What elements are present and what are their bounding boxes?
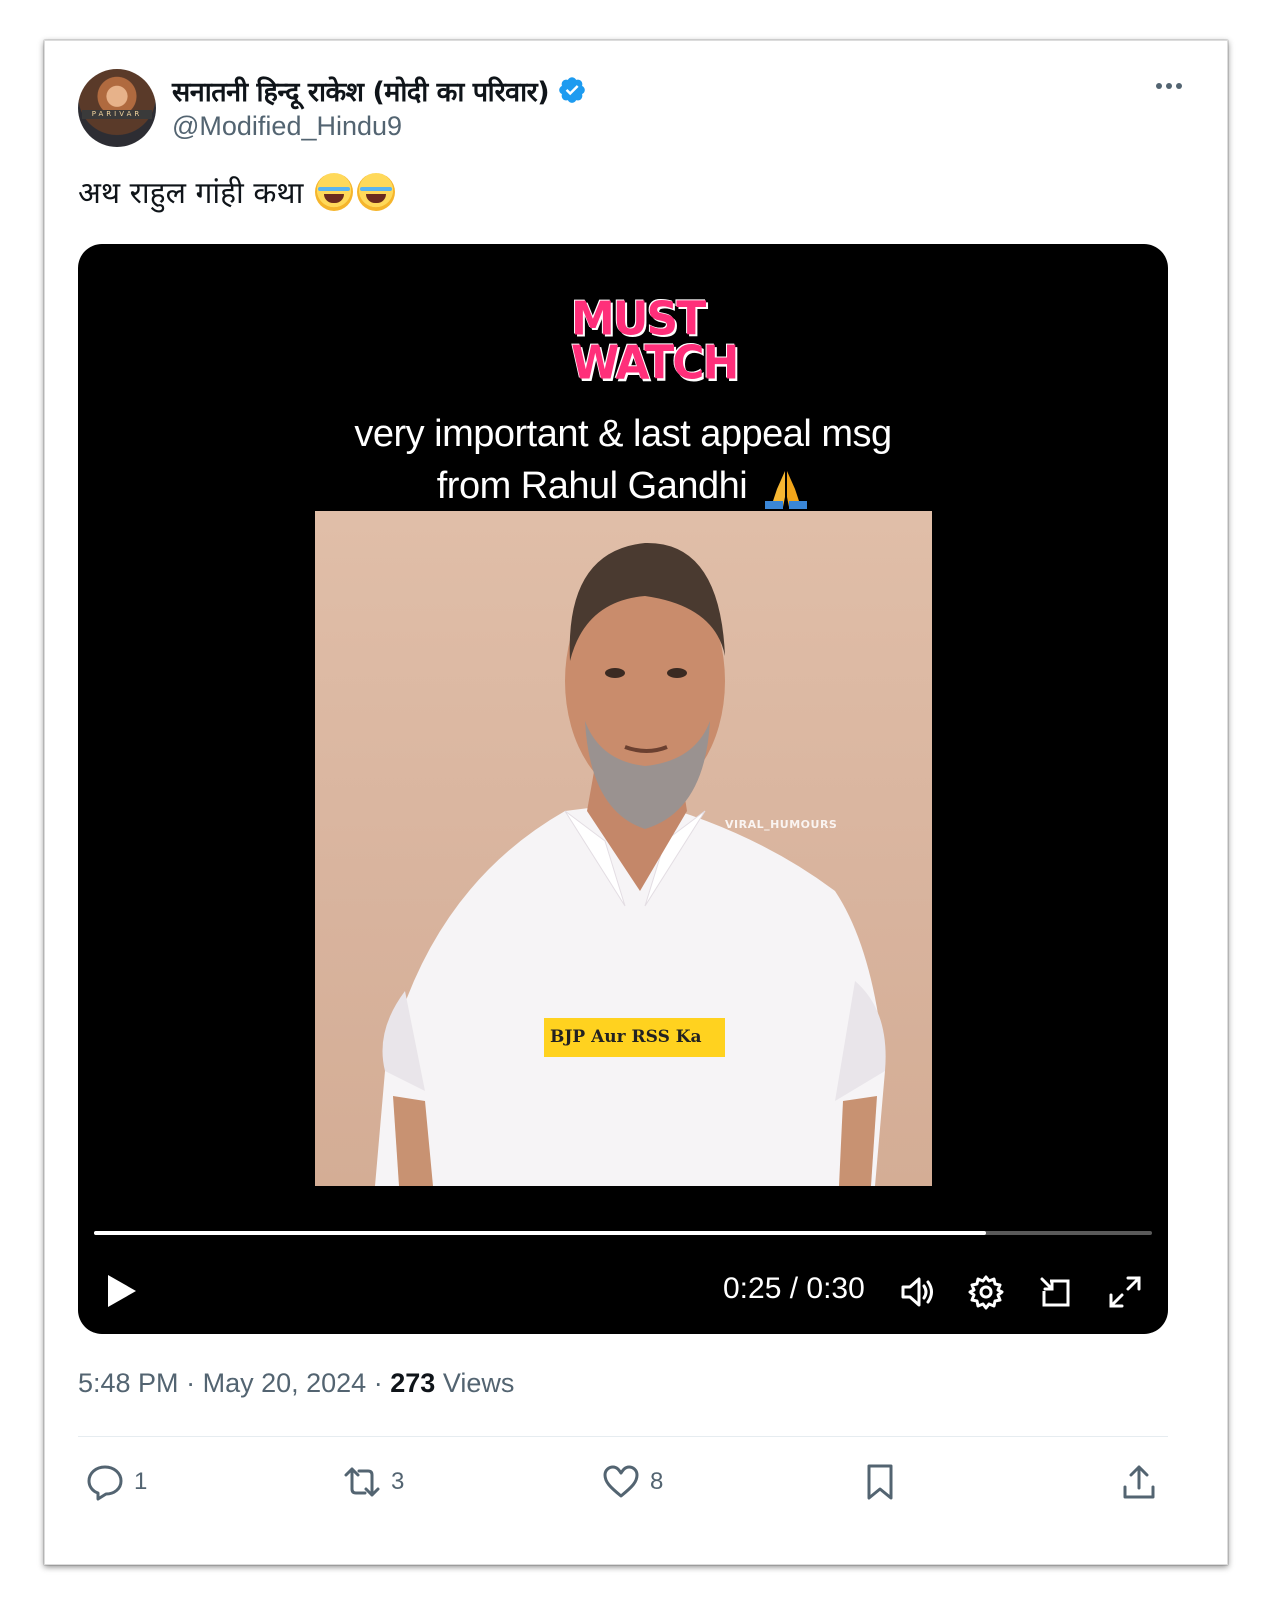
fullscreen-icon[interactable] [1106, 1273, 1144, 1311]
tweet-text-content: अथ राहुल गांही कथा [78, 176, 304, 211]
share-icon [1123, 1465, 1155, 1499]
divider [78, 1436, 1168, 1437]
video-frame: VIRAL_HUMOURS BJP Aur RSS Ka [315, 511, 932, 1186]
bookmark-button[interactable] [861, 1459, 899, 1505]
video-watermark: VIRAL_HUMOURS [725, 818, 838, 831]
headline-line-2-wrap: from Rahul Gandhi [278, 460, 968, 512]
badge-line-1: MUST [571, 292, 706, 347]
tweet-meta: 5:48 PM · May 20, 2024 · 273 Views [78, 1368, 514, 1399]
views-count: 273 [390, 1368, 436, 1398]
meta-separator: · [373, 1368, 383, 1398]
headline-line-1: very important & last appeal msg [354, 413, 892, 455]
reply-button[interactable]: 1 [86, 1459, 147, 1505]
meta-separator: · [186, 1368, 196, 1398]
headline-line-2: from Rahul Gandhi [436, 465, 748, 507]
tweet-actions: 1 3 8 [78, 1459, 1168, 1509]
video-progress-bar[interactable] [94, 1231, 1152, 1235]
must-watch-badge: MUST WATCH [571, 292, 739, 391]
tweet-time[interactable]: 5:48 PM [78, 1368, 179, 1398]
reply-count: 1 [134, 1468, 148, 1495]
folded-hands-icon [765, 470, 808, 509]
heart-icon [603, 1465, 639, 1498]
video-caption: BJP Aur RSS Ka [544, 1018, 725, 1057]
author-handle[interactable]: @Modified_Hindu9 [172, 111, 402, 142]
video-controls: 0:25 / 0:30 [78, 1259, 1168, 1319]
picture-in-picture-icon[interactable] [1036, 1273, 1074, 1311]
retweet-button[interactable]: 3 [343, 1459, 404, 1505]
settings-gear-icon[interactable] [967, 1273, 1005, 1311]
like-count: 8 [650, 1468, 664, 1495]
bookmark-icon [867, 1464, 893, 1500]
video-headline: very important & last appeal msg from Ra… [278, 408, 968, 512]
avatar-ribbon: PARIVAR [82, 110, 152, 119]
tweet-text: अथ राहुल गांही कथा [78, 171, 396, 212]
tweet-card: PARIVAR सनातनी हिन्दू राकेश (मोदी का परि… [44, 40, 1228, 1565]
laughing-tears-emoji-icon [315, 172, 354, 211]
verified-badge-icon [559, 77, 585, 103]
share-button[interactable] [1120, 1459, 1158, 1505]
video-time: 0:25 / 0:30 [723, 1272, 865, 1305]
tweet-date[interactable]: May 20, 2024 [203, 1368, 367, 1398]
play-icon[interactable] [104, 1273, 138, 1309]
more-options-icon[interactable] [1149, 71, 1189, 101]
reply-icon [87, 1465, 123, 1501]
views-label: Views [442, 1368, 515, 1398]
display-name[interactable]: सनातनी हिन्दू राकेश (मोदी का परिवार) [172, 72, 550, 109]
avatar[interactable]: PARIVAR [78, 69, 156, 147]
video-player[interactable]: MUST WATCH very important & last appeal … [78, 244, 1168, 1334]
speaker-figure [375, 542, 886, 1186]
author-name-row: सनातनी हिन्दू राकेश (मोदी का परिवार) [172, 71, 587, 109]
like-button[interactable]: 8 [602, 1459, 663, 1505]
laughing-tears-emoji-icon [357, 172, 396, 211]
badge-line-2: WATCH [571, 336, 739, 391]
retweet-count: 3 [391, 1468, 405, 1495]
retweet-icon [344, 1467, 380, 1497]
video-progress-fill [94, 1231, 986, 1235]
volume-icon[interactable] [898, 1273, 936, 1311]
